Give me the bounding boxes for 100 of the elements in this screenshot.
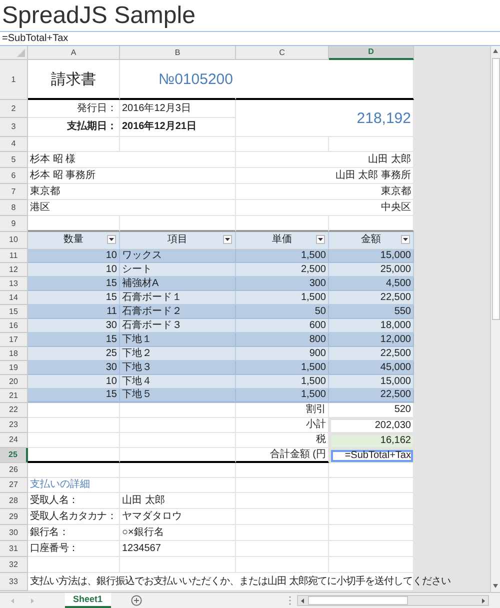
table-cell: 12,000 xyxy=(329,333,414,347)
table-cell: 550 xyxy=(329,305,414,319)
row-header[interactable]: 33 xyxy=(0,573,28,591)
payment-note: 支払い方法は、銀行振込でお支払いいただくか、または山田 太郎宛てに小切手を送付してください xyxy=(30,576,450,586)
caret-icon xyxy=(225,238,230,241)
scrollbar-thumb[interactable] xyxy=(308,596,408,605)
total-amount: 218,192 xyxy=(236,100,414,137)
row-header[interactable]: 6 xyxy=(0,168,28,184)
table-cell: 30 xyxy=(28,361,120,375)
table-cell: 石膏ボード２ xyxy=(120,305,236,319)
caret-icon xyxy=(318,238,323,241)
row-header[interactable]: 14 xyxy=(0,291,28,305)
row-header[interactable]: 12 xyxy=(0,263,28,277)
row-header[interactable]: 32 xyxy=(0,557,28,573)
vertical-scrollbar[interactable] xyxy=(490,46,500,592)
scroll-left-icon[interactable] xyxy=(300,598,305,604)
table-cell: 15 xyxy=(28,389,120,403)
scroll-down-icon[interactable] xyxy=(492,583,499,589)
row-header[interactable]: 27 xyxy=(0,478,28,493)
table-cell: 10 xyxy=(28,263,120,277)
row-header[interactable]: 24 xyxy=(0,433,28,448)
row-header[interactable]: 3 xyxy=(0,118,28,137)
row-header[interactable]: 15 xyxy=(0,305,28,319)
column-label: 項目 xyxy=(168,235,188,245)
row-header[interactable]: 4 xyxy=(0,137,28,152)
invoice-number: №0105200 xyxy=(120,60,236,100)
row-header[interactable]: 30 xyxy=(0,525,28,541)
table-cell: 15,000 xyxy=(329,375,414,389)
row-header[interactable]: 8 xyxy=(0,200,28,216)
row-header[interactable]: 17 xyxy=(0,333,28,347)
field-value: ○×銀行名 xyxy=(120,525,236,541)
table-cell: 22,500 xyxy=(329,291,414,305)
splitter-icon[interactable] xyxy=(288,596,291,605)
row-header[interactable]: 21 xyxy=(0,389,28,403)
row-header[interactable]: 10 xyxy=(0,232,28,249)
row-header[interactable]: 28 xyxy=(0,493,28,509)
row-header[interactable]: 29 xyxy=(0,509,28,525)
table-cell: 1,500 xyxy=(236,291,329,305)
table-cell: 800 xyxy=(236,333,329,347)
row-header[interactable]: 19 xyxy=(0,361,28,375)
column-header[interactable]: C xyxy=(236,46,329,60)
sheet-tab[interactable]: Sheet1 xyxy=(65,593,111,608)
row-header[interactable]: 13 xyxy=(0,277,28,291)
row-header[interactable]: 22 xyxy=(0,403,28,418)
row-header[interactable]: 23 xyxy=(0,418,28,433)
row-header[interactable]: 9 xyxy=(0,216,28,232)
row-header[interactable]: 5 xyxy=(0,152,28,168)
table-cell: 10 xyxy=(28,375,120,389)
row-header[interactable]: 1 xyxy=(0,60,28,100)
row-header[interactable]: 25 xyxy=(0,448,28,463)
row-header[interactable]: 18 xyxy=(0,347,28,361)
horizontal-scrollbar[interactable] xyxy=(296,595,489,606)
summary-value: 16,162 xyxy=(329,433,414,448)
summary-label: 小計 xyxy=(236,418,329,433)
table-cell: 1,500 xyxy=(236,249,329,263)
table-cell: 15 xyxy=(28,291,120,305)
table-cell: シート xyxy=(120,263,236,277)
field-label: 受取人名カタカナ： xyxy=(28,509,120,525)
table-cell: 18,000 xyxy=(329,319,414,333)
table-cell: 1,500 xyxy=(236,375,329,389)
field-label: 銀行名： xyxy=(28,525,120,541)
column-label: 単価 xyxy=(272,235,292,245)
add-sheet-icon[interactable] xyxy=(130,595,142,606)
table-cell: 25,000 xyxy=(329,263,414,277)
row-header[interactable]: 20 xyxy=(0,375,28,389)
column-header[interactable]: B xyxy=(120,46,236,60)
table-cell: 補強材A xyxy=(120,277,236,291)
next-sheet-icon[interactable] xyxy=(30,598,35,604)
caret-icon xyxy=(109,238,114,241)
table-cell: 石膏ボード１ xyxy=(120,291,236,305)
filter-button[interactable] xyxy=(223,235,232,244)
table-cell: 10 xyxy=(28,249,120,263)
scrollbar-thumb[interactable] xyxy=(492,58,500,320)
scroll-right-icon[interactable] xyxy=(480,598,486,604)
row-header[interactable]: 2 xyxy=(0,100,28,118)
field-label: 受取人名： xyxy=(28,493,120,509)
table-cell: 1,500 xyxy=(236,389,329,403)
column-header[interactable]: A xyxy=(28,46,120,60)
previous-sheet-icon[interactable] xyxy=(10,598,15,604)
table-cell: 下地５ xyxy=(120,389,236,403)
invoice-title: 請求書 xyxy=(28,60,120,100)
filter-button[interactable] xyxy=(316,235,325,244)
summary-label: 合計金額 (円 xyxy=(236,448,329,463)
row-header[interactable]: 31 xyxy=(0,541,28,557)
row-header[interactable]: 26 xyxy=(0,463,28,478)
scroll-up-icon[interactable] xyxy=(492,48,499,54)
table-cell: 石膏ボード３ xyxy=(120,319,236,333)
caret-icon xyxy=(403,238,408,241)
row-header[interactable]: 11 xyxy=(0,249,28,263)
due-date: 2016年12月21日 xyxy=(120,118,236,137)
table-cell: 22,500 xyxy=(329,389,414,403)
select-all-icon[interactable] xyxy=(17,49,25,57)
filter-button[interactable] xyxy=(401,235,410,244)
filter-button[interactable] xyxy=(107,235,116,244)
cell-editor-field[interactable]: =SubTotal+Tax xyxy=(329,448,414,463)
due-date-label: 支払期日： xyxy=(28,118,120,137)
row-header[interactable]: 7 xyxy=(0,184,28,200)
row-header[interactable]: 16 xyxy=(0,319,28,333)
section-heading: 支払いの詳細 xyxy=(28,478,120,493)
column-header[interactable]: D xyxy=(329,46,414,60)
